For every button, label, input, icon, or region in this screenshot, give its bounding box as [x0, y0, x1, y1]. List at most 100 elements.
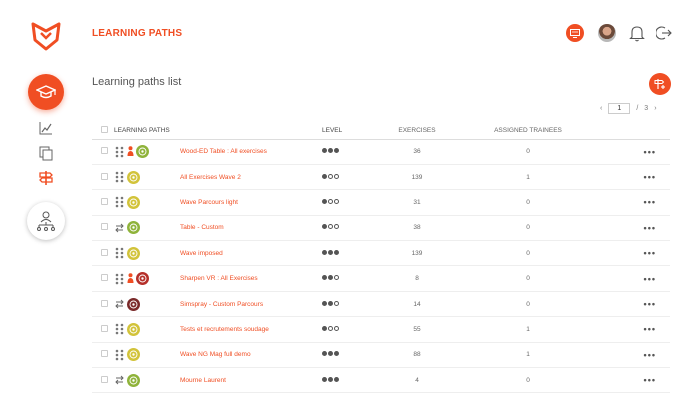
- loop-mode-icon: [115, 299, 124, 309]
- assigned-trainees-count: 0: [460, 240, 596, 267]
- assigned-trainees-count: 0: [460, 215, 596, 242]
- wood-product-icon: [127, 373, 140, 387]
- exercises-count: 8: [374, 265, 460, 292]
- loop-mode-icon: [115, 375, 124, 385]
- table-row[interactable]: Wave Parcours light 31 0 •••: [92, 189, 670, 216]
- table-row[interactable]: Mourne Laurent 4 0 •••: [92, 367, 670, 393]
- table-row[interactable]: All Exercises Wave 2 139 1 •••: [92, 164, 670, 191]
- level-indicator: [322, 351, 340, 358]
- sorted-mode-icon: [115, 197, 124, 208]
- more-actions-button[interactable]: •••: [596, 139, 670, 165]
- learning-path-name-link[interactable]: Wave NG Mag full demo: [180, 342, 322, 369]
- more-actions-button[interactable]: •••: [596, 291, 670, 318]
- exercises-count: 139: [374, 164, 460, 191]
- learning-path-name-link[interactable]: Tests et recrutements soudage: [180, 316, 322, 343]
- pagination-next-button[interactable]: ›: [654, 105, 656, 112]
- more-actions-button[interactable]: •••: [596, 316, 670, 343]
- wave-product-icon: [127, 246, 140, 260]
- exercises-count: 36: [374, 139, 460, 165]
- fox-logo-icon[interactable]: [30, 20, 62, 52]
- column-header-exercises[interactable]: EXERCISES: [374, 123, 460, 140]
- row-checkbox[interactable]: [101, 299, 108, 307]
- signpost-icon[interactable]: [38, 170, 54, 186]
- page-title: Learning paths list: [92, 76, 182, 88]
- add-path-icon: [654, 79, 665, 89]
- learning-path-name-link[interactable]: Wave imposed: [180, 240, 322, 267]
- exercises-count: 55: [374, 316, 460, 343]
- header-title: LEARNING PATHS: [92, 28, 183, 39]
- table-row[interactable]: Tests et recrutements soudage 55 1 •••: [92, 316, 670, 343]
- level-indicator: [322, 173, 340, 181]
- row-checkbox[interactable]: [101, 197, 108, 205]
- sorted-mode-icon: [115, 146, 124, 157]
- exercises-count: 38: [374, 215, 460, 242]
- sorted-mode-icon: [115, 247, 124, 259]
- more-actions-button[interactable]: •••: [596, 367, 670, 393]
- level-indicator: [322, 249, 340, 257]
- more-actions-button[interactable]: •••: [596, 342, 670, 369]
- level-indicator: [322, 148, 340, 155]
- select-all-checkbox[interactable]: [101, 126, 108, 134]
- wave-product-icon: [127, 322, 140, 336]
- learning-path-name-link[interactable]: Wood-ED Table : All exercises: [180, 139, 322, 165]
- pagination-total: 3: [644, 105, 649, 112]
- column-header-assigned-trainees[interactable]: ASSIGNED TRAINEES: [460, 123, 596, 140]
- row-checkbox[interactable]: [101, 147, 108, 155]
- screen-button[interactable]: [566, 24, 584, 42]
- logout-icon[interactable]: [656, 25, 672, 41]
- column-header-level[interactable]: LEVEL: [322, 123, 374, 140]
- row-checkbox[interactable]: [101, 248, 108, 256]
- level-indicator: [322, 275, 340, 282]
- pagination: ‹ 1 / 3 ›: [600, 103, 657, 114]
- nav-learning-paths-button[interactable]: [28, 74, 64, 110]
- wood-product-icon: [136, 145, 149, 159]
- learning-path-name-link[interactable]: Table - Custom: [180, 215, 322, 242]
- row-checkbox[interactable]: [101, 350, 108, 358]
- sidebar: [0, 0, 90, 393]
- level-indicator: [322, 300, 340, 308]
- bell-icon[interactable]: [629, 24, 645, 42]
- assigned-trainees-count: 0: [460, 139, 596, 165]
- assigned-trainees-count: 1: [460, 316, 596, 343]
- more-actions-button[interactable]: •••: [596, 164, 670, 191]
- more-actions-button[interactable]: •••: [596, 265, 670, 292]
- row-checkbox[interactable]: [101, 324, 108, 332]
- table-row[interactable]: Wave NG Mag full demo 88 1 •••: [92, 342, 670, 369]
- learning-path-name-link[interactable]: Mourne Laurent: [180, 367, 322, 393]
- pagination-prev-button[interactable]: ‹: [600, 105, 602, 112]
- pagination-separator: /: [636, 105, 639, 112]
- loop-mode-icon: [115, 223, 124, 233]
- exercises-count: 31: [374, 189, 460, 216]
- row-checkbox[interactable]: [101, 274, 108, 282]
- row-checkbox[interactable]: [101, 223, 108, 231]
- add-learning-path-button[interactable]: [649, 73, 671, 95]
- exercises-count: 139: [374, 240, 460, 267]
- chart-line-icon[interactable]: [38, 120, 54, 136]
- learning-path-name-link[interactable]: All Exercises Wave 2: [180, 164, 322, 191]
- organization-button[interactable]: [27, 202, 65, 240]
- more-actions-button[interactable]: •••: [596, 240, 670, 267]
- more-actions-button[interactable]: •••: [596, 215, 670, 242]
- learning-path-name-link[interactable]: Simspray - Custom Parcours: [180, 291, 322, 318]
- table-header-row: LEARNING PATHS LEVEL EXERCISES ASSIGNED …: [92, 123, 670, 140]
- learning-path-name-link[interactable]: Sharpen VR : All Exercises: [180, 265, 322, 292]
- column-header-learning-paths[interactable]: LEARNING PATHS: [114, 123, 322, 140]
- table-row[interactable]: Wave imposed 139 0 •••: [92, 240, 670, 267]
- table-row[interactable]: Sharpen VR : All Exercises 8 0 •••: [92, 265, 670, 292]
- more-actions-button[interactable]: •••: [596, 189, 670, 216]
- user-avatar[interactable]: [598, 24, 616, 42]
- copy-icon[interactable]: [38, 145, 54, 161]
- table-row[interactable]: Wood-ED Table : All exercises 36 0 •••: [92, 139, 670, 165]
- table-row[interactable]: Simspray - Custom Parcours 14 0 •••: [92, 291, 670, 318]
- pagination-page-input[interactable]: 1: [608, 103, 631, 114]
- wave-product-icon: [127, 195, 140, 209]
- assigned-trainees-count: 0: [460, 367, 596, 393]
- assigned-trainees-count: 1: [460, 164, 596, 191]
- row-checkbox[interactable]: [101, 172, 108, 180]
- table-row[interactable]: Table - Custom 38 0 •••: [92, 215, 670, 242]
- row-checkbox[interactable]: [101, 375, 108, 383]
- wood-product-icon: [127, 221, 140, 235]
- sorted-mode-icon: [115, 349, 124, 361]
- exercises-count: 14: [374, 291, 460, 318]
- learning-path-name-link[interactable]: Wave Parcours light: [180, 189, 322, 216]
